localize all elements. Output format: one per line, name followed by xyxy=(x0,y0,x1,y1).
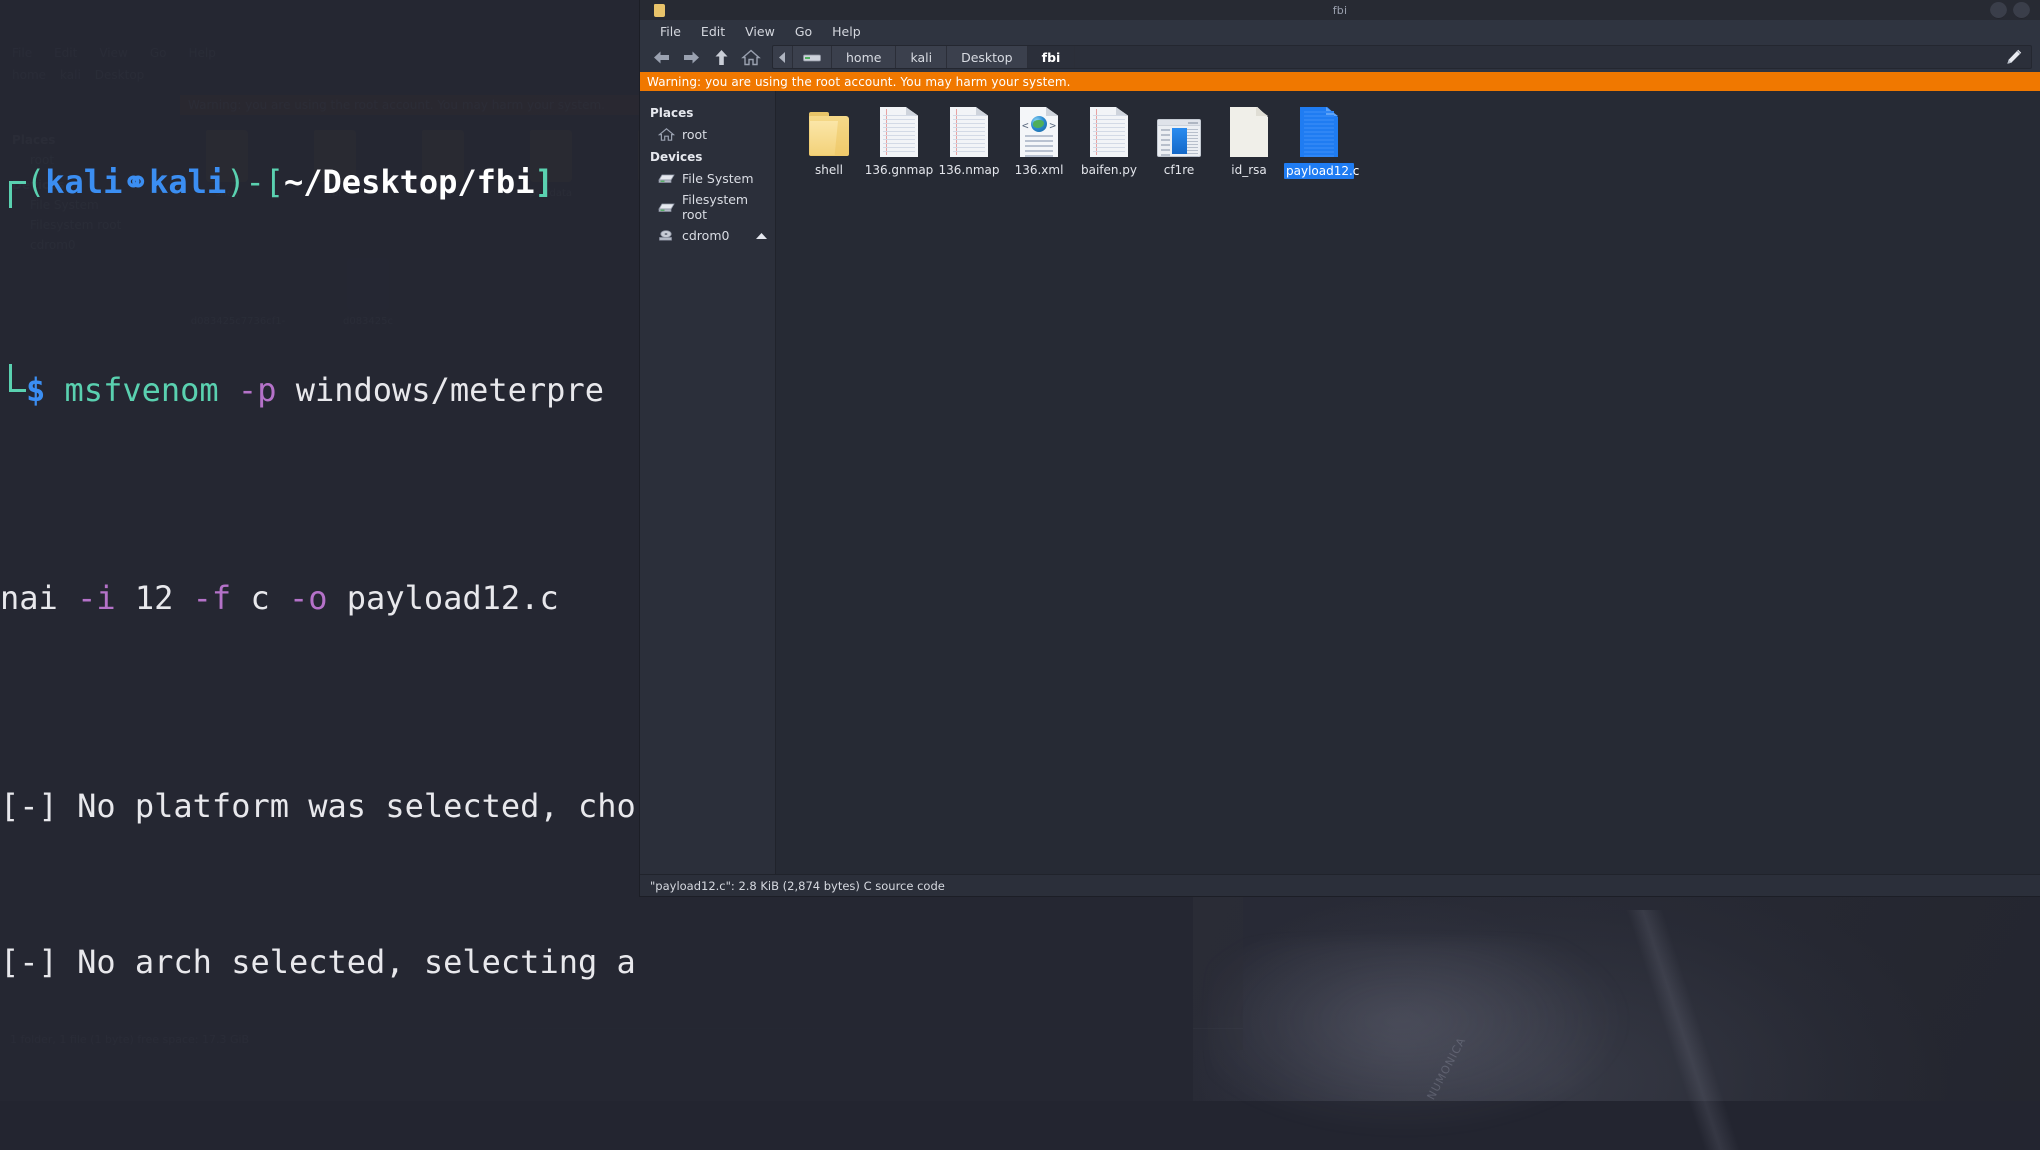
command-flag: -f xyxy=(193,579,232,617)
prompt-user: kali xyxy=(45,163,122,201)
file-manager-body: Places root Devices Fil xyxy=(640,91,2040,874)
pathbar-crumb-kali[interactable]: kali xyxy=(896,46,947,68)
file-label: 136.gnmap xyxy=(865,163,934,177)
command-arg: nai xyxy=(0,579,58,617)
menu-item-go[interactable]: Go xyxy=(785,22,822,41)
folder-icon xyxy=(809,105,849,157)
file-grid: shell 136.gnmap 136.nmap xyxy=(794,105,2040,179)
minimize-button[interactable] xyxy=(1990,2,2007,19)
terminal-output-line: Found 1 compatible encoders xyxy=(0,1092,1193,1101)
file-list-area[interactable]: shell 136.gnmap 136.nmap xyxy=(776,91,2040,874)
file-item-baifen-py[interactable]: baifen.py xyxy=(1074,105,1144,179)
file-label: shell xyxy=(815,163,843,177)
home-icon xyxy=(658,127,675,142)
file-item-cf1re[interactable]: cf1re xyxy=(1144,105,1214,179)
xml-document-icon: <> xyxy=(1020,105,1058,157)
file-label: payload12.c xyxy=(1284,163,1354,179)
file-item-136-nmap[interactable]: 136.nmap xyxy=(934,105,1004,179)
maximize-button[interactable] xyxy=(2013,2,2030,19)
pencil-icon[interactable] xyxy=(1997,46,2031,68)
kali-dragon-icon: ⚭ xyxy=(122,163,149,201)
command-arg: 12 xyxy=(135,579,174,617)
document-icon xyxy=(880,105,918,157)
wallpaper-streak xyxy=(1560,910,1810,1150)
file-label: 136.nmap xyxy=(939,163,1000,177)
pathbar-crumb-home[interactable]: home xyxy=(832,46,896,68)
menu-item-view[interactable]: View xyxy=(735,22,785,41)
root-account-warning-banner: Warning: you are using the root account.… xyxy=(640,72,2040,91)
sidebar-item-file-system[interactable]: File System xyxy=(640,168,775,189)
prompt-host: kali xyxy=(149,163,226,201)
toolbar[interactable]: home kali Desktop fbi xyxy=(640,42,2040,72)
menu-item-file[interactable]: File xyxy=(650,22,691,41)
pathbar[interactable]: home kali Desktop fbi xyxy=(772,45,2032,69)
prompt-symbol: $ xyxy=(26,371,45,409)
drive-icon xyxy=(658,200,675,215)
sidebar-item-label: root xyxy=(682,127,707,142)
command-flag: -i xyxy=(77,579,116,617)
command-name: msfvenom xyxy=(65,371,219,409)
file-label: id_rsa xyxy=(1231,163,1267,177)
command-flag: -p xyxy=(238,371,277,409)
sidebar-item-root[interactable]: root xyxy=(640,124,775,145)
pathbar-empty-space[interactable] xyxy=(1075,46,1997,68)
menu-item-edit[interactable]: Edit xyxy=(691,22,735,41)
file-label: baifen.py xyxy=(1081,163,1137,177)
sidebar-item-label: cdrom0 xyxy=(682,228,729,243)
document-icon xyxy=(1090,105,1128,157)
window-title: fbi xyxy=(640,4,2040,17)
file-item-payload12-c[interactable]: payload12.c xyxy=(1284,105,1354,179)
file-item-id-rsa[interactable]: id_rsa xyxy=(1214,105,1284,179)
arrow-left-icon[interactable] xyxy=(648,45,674,69)
command-arg: windows/meterpre xyxy=(296,371,604,409)
prompt-tree-top-icon xyxy=(0,156,26,208)
sidebar[interactable]: Places root Devices Fil xyxy=(640,91,776,874)
c-source-document-icon xyxy=(1300,105,1338,157)
terminal-output-line: [-] No arch selected, selecting a xyxy=(0,936,1193,988)
sidebar-item-filesystem-root[interactable]: Filesystem root xyxy=(640,189,775,225)
home-icon[interactable] xyxy=(738,45,764,69)
menubar[interactable]: File Edit View Go Help xyxy=(640,20,2040,42)
sidebar-group-devices: Devices xyxy=(640,145,775,168)
sidebar-item-cdrom0[interactable]: cdrom0 xyxy=(640,225,775,246)
file-label: 136.xml xyxy=(1015,163,1064,177)
sidebar-item-label: Filesystem root xyxy=(682,192,769,222)
menu-item-help[interactable]: Help xyxy=(822,22,871,41)
file-item-136-xml[interactable]: <> 136.xml xyxy=(1004,105,1074,179)
command-flag: -o xyxy=(289,579,328,617)
prompt-tree-bottom-icon xyxy=(0,364,26,416)
chevron-left-icon[interactable] xyxy=(773,46,793,68)
pathbar-device-icon[interactable] xyxy=(793,46,832,68)
file-label: cf1re xyxy=(1164,163,1195,177)
pathbar-crumb-desktop[interactable]: Desktop xyxy=(947,46,1028,68)
arrow-up-icon[interactable] xyxy=(708,45,734,69)
window-controls[interactable] xyxy=(1990,2,2030,19)
document-icon xyxy=(950,105,988,157)
prompt-path: ~/Desktop/fbi xyxy=(284,163,534,201)
file-item-shell[interactable]: shell xyxy=(794,105,864,179)
command-arg: c xyxy=(250,579,269,617)
optical-drive-icon xyxy=(658,228,675,243)
pathbar-crumb-fbi[interactable]: fbi xyxy=(1028,46,1076,68)
drive-icon xyxy=(658,171,675,186)
plain-document-icon xyxy=(1230,105,1268,157)
application-window-icon xyxy=(1157,105,1201,157)
window-titlebar[interactable]: fbi xyxy=(640,0,2040,20)
folder-icon xyxy=(654,4,665,17)
sidebar-group-places: Places xyxy=(640,101,775,124)
sidebar-item-label: File System xyxy=(682,171,754,186)
file-manager-window[interactable]: fbi File Edit View Go Help xyxy=(640,0,2040,896)
eject-icon[interactable] xyxy=(755,229,768,244)
command-arg: payload12.c xyxy=(347,579,559,617)
statusbar: "payload12.c": 2.8 KiB (2,874 bytes) C s… xyxy=(640,874,2040,896)
file-item-136-gnmap[interactable]: 136.gnmap xyxy=(864,105,934,179)
arrow-right-icon[interactable] xyxy=(678,45,704,69)
